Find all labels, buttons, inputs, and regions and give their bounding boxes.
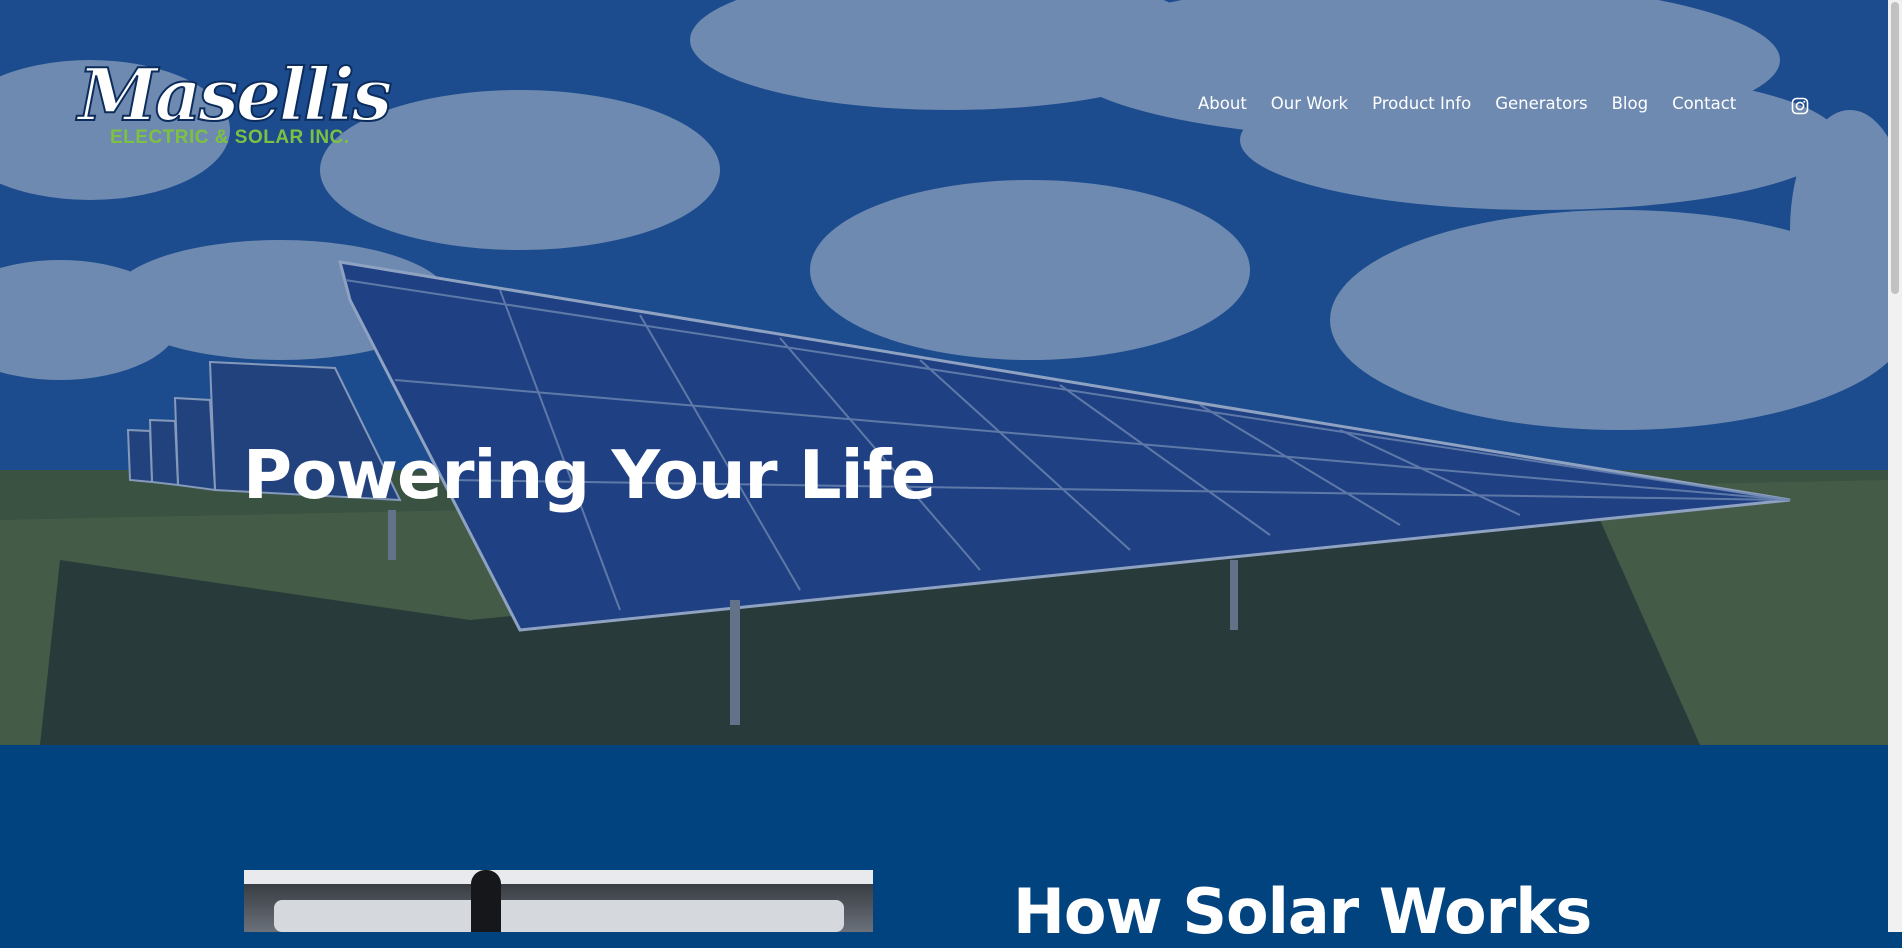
- instagram-icon[interactable]: [1791, 97, 1809, 115]
- logo-subtitle: ELECTRIC & SOLAR INC.: [110, 127, 350, 148]
- page-scrollbar[interactable]: [1888, 0, 1902, 932]
- nav-item-generators[interactable]: Generators: [1495, 94, 1587, 113]
- hero-section: Masellis ELECTRIC & SOLAR INC. About Our…: [0, 0, 1888, 745]
- site-logo[interactable]: Masellis ELECTRIC & SOLAR INC.: [77, 54, 393, 155]
- main-navigation: About Our Work Product Info Generators B…: [1198, 94, 1760, 113]
- scrollbar-thumb[interactable]: [1891, 2, 1899, 294]
- logo-script-text: Masellis: [77, 52, 393, 137]
- how-solar-works-section: How Solar Works: [0, 745, 1888, 948]
- section-title: How Solar Works: [1013, 875, 1592, 948]
- nav-item-about[interactable]: About: [1198, 94, 1247, 113]
- nav-item-product-info[interactable]: Product Info: [1372, 94, 1471, 113]
- nav-item-our-work[interactable]: Our Work: [1271, 94, 1348, 113]
- nav-item-blog[interactable]: Blog: [1612, 94, 1648, 113]
- nav-item-contact[interactable]: Contact: [1672, 94, 1736, 113]
- hero-title: Powering Your Life: [243, 436, 936, 514]
- section-photo: [244, 870, 873, 932]
